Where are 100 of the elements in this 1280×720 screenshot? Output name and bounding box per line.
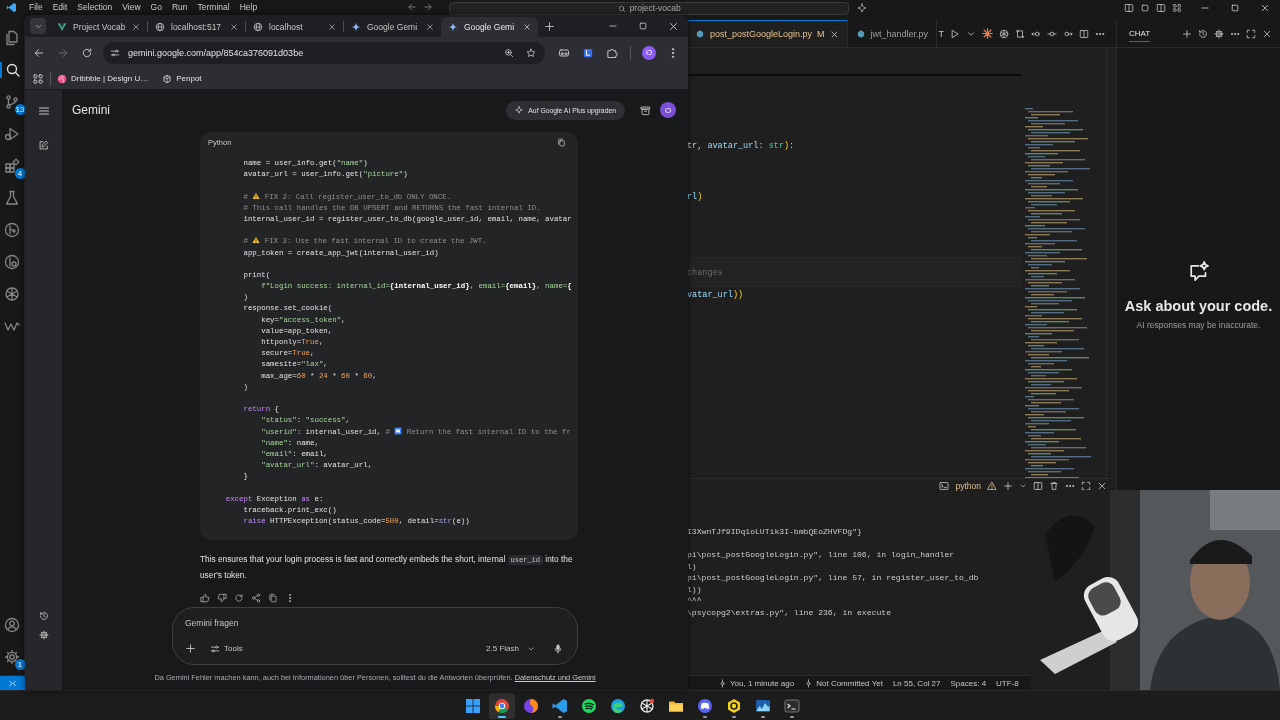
menu-item[interactable]: Go xyxy=(150,2,162,13)
chat-icon[interactable] xyxy=(697,697,713,714)
close-icon[interactable] xyxy=(426,23,434,31)
microphone-icon[interactable] xyxy=(553,643,563,654)
maximize-icon[interactable] xyxy=(1081,481,1091,491)
status-item[interactable]: Ln 55, Col 27 xyxy=(892,678,941,688)
status-item[interactable]: You, 1 minute ago xyxy=(718,678,795,688)
regenerate-icon[interactable] xyxy=(234,593,244,603)
sidebar-icon[interactable] xyxy=(1124,3,1134,13)
site-settings-icon[interactable] xyxy=(110,47,120,58)
music-icon[interactable] xyxy=(581,697,597,714)
thumbs-down-icon[interactable] xyxy=(217,593,227,603)
terminal-icon[interactable] xyxy=(784,697,800,714)
close-icon[interactable] xyxy=(230,23,238,31)
graph-icon[interactable] xyxy=(4,222,20,238)
asterisk-icon[interactable] xyxy=(982,28,993,39)
maximize-icon[interactable] xyxy=(1246,28,1256,39)
history-icon[interactable] xyxy=(38,611,49,621)
profile-avatar[interactable]: O xyxy=(642,45,656,60)
browser-tab[interactable]: Google Gemi xyxy=(344,17,441,37)
close-icon[interactable] xyxy=(667,20,679,32)
compare-icon[interactable] xyxy=(1015,28,1025,39)
menu-icon[interactable] xyxy=(37,105,50,117)
forward-icon[interactable] xyxy=(423,2,434,12)
panel-tab[interactable]: CHAT xyxy=(1129,25,1151,42)
new-tab-icon[interactable] xyxy=(544,21,555,32)
files-icon[interactable] xyxy=(4,30,20,46)
browser-tab[interactable]: localhost:517 xyxy=(148,17,245,37)
menu-item[interactable]: Terminal xyxy=(197,2,230,13)
browser-icon[interactable] xyxy=(523,697,539,714)
tools-button[interactable]: Tools xyxy=(210,643,243,654)
copy-icon[interactable] xyxy=(557,137,566,147)
settings-icon[interactable] xyxy=(1214,28,1224,39)
extensions-icon[interactable] xyxy=(4,158,20,174)
bookmark[interactable]: Dribbble | Design U… xyxy=(57,73,149,84)
panel-icon[interactable] xyxy=(1140,3,1150,13)
menu-item[interactable]: Run xyxy=(171,2,188,13)
status-item[interactable]: UTF-8 xyxy=(996,678,1019,688)
browser-icon[interactable] xyxy=(494,697,510,714)
back-icon[interactable] xyxy=(407,2,418,12)
warning-icon[interactable] xyxy=(987,481,997,491)
browser-tab[interactable]: Google Gemi xyxy=(441,17,538,37)
share-icon[interactable] xyxy=(251,593,261,603)
chevron-icon[interactable] xyxy=(1019,482,1027,490)
run-icon[interactable] xyxy=(950,28,960,39)
copy-icon[interactable] xyxy=(268,593,278,603)
terminal-name[interactable]: python xyxy=(955,481,981,491)
menu-item[interactable]: Help xyxy=(239,2,258,13)
layout-icon[interactable] xyxy=(1156,3,1166,13)
code-editor-icon[interactable] xyxy=(552,697,568,714)
close-icon[interactable] xyxy=(829,29,839,39)
reload-icon[interactable] xyxy=(81,46,93,59)
search-icon[interactable] xyxy=(5,62,21,78)
toolbar-letter[interactable]: T xyxy=(938,28,944,39)
prompt-field[interactable]: Gemini fragen xyxy=(185,616,563,630)
add-icon[interactable] xyxy=(185,643,196,654)
command-center-field[interactable]: project-vocab xyxy=(449,2,850,15)
thumbs-up-icon[interactable] xyxy=(200,593,210,603)
back-icon[interactable] xyxy=(33,46,45,59)
menu-item[interactable]: File xyxy=(29,2,43,13)
sparkle-icon[interactable] xyxy=(857,3,868,13)
lens-icon[interactable] xyxy=(4,254,20,270)
apps-icon[interactable] xyxy=(32,72,44,85)
avatar[interactable]: O xyxy=(660,102,676,118)
browser-tab[interactable]: Project Vocab xyxy=(50,17,147,37)
terminal-icon[interactable] xyxy=(939,481,950,491)
trash-icon[interactable] xyxy=(1049,481,1059,491)
editor-tab[interactable]: post_postGoogleLogin.py M xyxy=(687,20,848,47)
taskbar-button[interactable] xyxy=(489,692,515,719)
menu-item[interactable]: View xyxy=(122,2,141,13)
browser-icon[interactable] xyxy=(610,697,626,714)
layout-icon[interactable] xyxy=(1172,3,1182,13)
hexagon-icon[interactable] xyxy=(726,697,742,714)
add-icon[interactable] xyxy=(1182,28,1192,39)
split-icon[interactable] xyxy=(1033,481,1043,491)
split-icon[interactable] xyxy=(1079,28,1089,39)
menu-item[interactable]: Selection xyxy=(77,2,113,13)
flower-icon[interactable] xyxy=(999,28,1009,39)
debug-icon[interactable] xyxy=(4,126,20,142)
star-icon[interactable] xyxy=(526,47,536,58)
bookmark[interactable]: Penpot xyxy=(162,73,202,84)
status-item[interactable]: Not Committed Yet xyxy=(804,678,883,688)
model-selector[interactable]: 2.5 Flash xyxy=(486,644,535,653)
settings-icon[interactable] xyxy=(4,649,20,665)
maximize-icon[interactable] xyxy=(1230,3,1240,13)
zoom-icon[interactable] xyxy=(504,47,514,58)
edit-icon[interactable] xyxy=(38,140,49,151)
close-icon[interactable] xyxy=(1097,481,1107,491)
menu-item[interactable]: Edit xyxy=(52,2,68,13)
close-icon[interactable] xyxy=(1262,28,1272,39)
close-icon[interactable] xyxy=(328,23,336,31)
close-icon[interactable] xyxy=(1260,3,1270,13)
address-bar[interactable]: gemini.google.com/app/854ca376091d03be xyxy=(103,41,545,64)
status-item[interactable]: Spaces: 4 xyxy=(950,678,987,688)
chart-icon[interactable] xyxy=(755,697,771,714)
settings-icon[interactable] xyxy=(38,630,49,640)
add-icon[interactable] xyxy=(1003,481,1013,491)
puzzle-icon[interactable] xyxy=(606,46,618,59)
extension-icon[interactable] xyxy=(582,46,594,59)
beaker-icon[interactable] xyxy=(4,190,20,206)
